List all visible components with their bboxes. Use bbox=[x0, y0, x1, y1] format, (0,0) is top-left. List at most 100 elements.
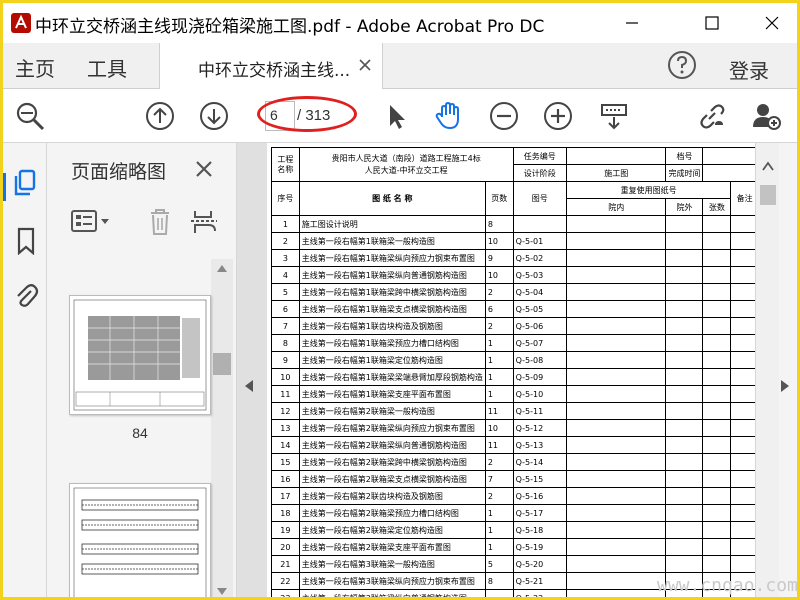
pdf-page: 工程名称 贵阳市人民大道（南段）道路工程施工4标 人民大道-中环立交工程 任务编… bbox=[267, 143, 759, 597]
help-icon[interactable] bbox=[667, 50, 697, 80]
drawing-code: Q-5-07 bbox=[512, 334, 568, 352]
document-tab[interactable]: 中环立交桥涵主线... bbox=[159, 43, 383, 89]
select-cursor-icon[interactable] bbox=[381, 101, 411, 131]
expand-right-panel-icon[interactable] bbox=[779, 379, 791, 393]
scroll-down-icon[interactable] bbox=[216, 587, 228, 597]
drawing-code: Q-5-03 bbox=[512, 266, 568, 284]
minimize-icon bbox=[626, 22, 638, 24]
scroll-up-icon[interactable] bbox=[762, 161, 774, 171]
delete-page-icon[interactable] bbox=[147, 207, 173, 237]
task-label: 任务编号 bbox=[512, 147, 568, 165]
reuse-in bbox=[565, 215, 667, 233]
reuse-in bbox=[565, 572, 667, 590]
drawing-code: Q-5-15 bbox=[512, 470, 568, 488]
menu-tools[interactable]: 工具 bbox=[87, 53, 127, 82]
col-pages-header: 页数 bbox=[484, 181, 514, 216]
sheet-count bbox=[702, 317, 732, 335]
col-reuse-in-header: 院内 bbox=[565, 198, 667, 216]
reuse-in bbox=[565, 487, 667, 505]
reuse-out bbox=[665, 317, 704, 335]
page-thumbnails-icon[interactable] bbox=[13, 169, 39, 197]
file-no-value bbox=[702, 147, 759, 165]
thumbnail-page-next[interactable] bbox=[69, 483, 211, 597]
drawing-code: Q-5-21 bbox=[512, 572, 568, 590]
page-count: 11 bbox=[484, 436, 514, 454]
page-count: 10 bbox=[484, 419, 514, 437]
reuse-out bbox=[665, 470, 704, 488]
minimize-button[interactable] bbox=[609, 3, 655, 43]
zoom-search-icon[interactable] bbox=[15, 101, 45, 131]
next-page-icon[interactable] bbox=[199, 101, 229, 131]
row-number: 3 bbox=[271, 249, 300, 267]
reuse-out bbox=[665, 266, 704, 284]
share-link-icon[interactable] bbox=[697, 101, 727, 131]
menu-home[interactable]: 主页 bbox=[15, 53, 55, 82]
page-count: 2 bbox=[484, 453, 514, 471]
scroll-mode-icon[interactable] bbox=[599, 101, 629, 131]
row-number: 4 bbox=[271, 266, 300, 284]
thumbnail-scrollbar-thumb[interactable] bbox=[213, 353, 231, 375]
project-name-line-2: 人民大道-中环立交工程 bbox=[364, 165, 448, 175]
thumbnail-toolbar bbox=[71, 205, 221, 239]
row-number: 2 bbox=[271, 232, 300, 250]
document-scrollbar[interactable] bbox=[755, 143, 779, 597]
table-row: 12 主线第一段右幅第2联箱梁一般构造图 11 Q-5-11 bbox=[271, 402, 759, 420]
previous-page-icon[interactable] bbox=[145, 101, 175, 131]
drawing-code: Q-5-18 bbox=[512, 521, 568, 539]
drawing-name: 主线第一段右幅第1联箱梁纵向预应力钢束布置图 bbox=[298, 249, 486, 267]
sheet-count bbox=[702, 521, 732, 539]
row-number: 12 bbox=[271, 402, 300, 420]
table-row: 4 主线第一段右幅第1联箱梁纵向普通钢筋构造图 10 Q-5-03 bbox=[271, 266, 759, 284]
close-panel-icon[interactable] bbox=[195, 160, 213, 178]
reuse-out bbox=[665, 300, 704, 318]
watermark-text: www.cnqao.com bbox=[657, 575, 798, 596]
drawing-code: Q-5-08 bbox=[512, 351, 568, 369]
drawing-name: 主线第一段右幅第2联箱梁定位筋构造图 bbox=[298, 521, 486, 539]
close-window-button[interactable] bbox=[749, 3, 795, 43]
reuse-out bbox=[665, 334, 704, 352]
scroll-up-icon[interactable] bbox=[216, 263, 228, 273]
drawing-code bbox=[512, 215, 568, 233]
active-rail-indicator bbox=[3, 173, 6, 201]
row-number: 10 bbox=[271, 368, 300, 386]
reuse-in bbox=[565, 453, 667, 471]
hand-tool-icon[interactable] bbox=[433, 101, 463, 131]
bookmark-icon[interactable] bbox=[13, 227, 39, 255]
reuse-out bbox=[665, 555, 704, 573]
page-count: 2 bbox=[484, 283, 514, 301]
reuse-in bbox=[565, 351, 667, 369]
row-number: 23 bbox=[271, 589, 300, 597]
drawing-name: 主线第一段右幅第3联箱梁纵向预应力钢束布置图 bbox=[298, 572, 486, 590]
row-number: 15 bbox=[271, 453, 300, 471]
sheet-count bbox=[702, 266, 732, 284]
tab-close-icon[interactable] bbox=[358, 58, 372, 72]
attachment-icon[interactable] bbox=[13, 281, 39, 309]
reuse-out bbox=[665, 436, 704, 454]
maximize-button[interactable] bbox=[689, 3, 735, 43]
page-count: 10 bbox=[484, 232, 514, 250]
reuse-out bbox=[665, 215, 704, 233]
zoom-out-icon[interactable] bbox=[489, 101, 519, 131]
login-button[interactable]: 登录 bbox=[729, 55, 769, 84]
collapse-left-panel-icon[interactable] bbox=[243, 379, 255, 393]
drawing-code: Q-5-01 bbox=[512, 232, 568, 250]
thumbnail-drawing bbox=[73, 299, 207, 411]
reuse-in bbox=[565, 232, 667, 250]
zoom-in-icon[interactable] bbox=[543, 101, 573, 131]
thumbnail-options-icon[interactable] bbox=[71, 209, 111, 235]
reuse-in bbox=[565, 249, 667, 267]
rotate-page-icon[interactable] bbox=[189, 207, 219, 237]
document-scrollbar-thumb[interactable] bbox=[760, 185, 776, 205]
thumbnail-page-84[interactable] bbox=[69, 295, 211, 415]
add-user-icon[interactable] bbox=[751, 101, 781, 131]
row-number: 9 bbox=[271, 351, 300, 369]
table-row: 6 主线第一段右幅第1联箱梁支点横梁钢筋构造图 6 Q-5-05 bbox=[271, 300, 759, 318]
drawing-code: Q-5-17 bbox=[512, 504, 568, 522]
reuse-in bbox=[565, 436, 667, 454]
drawing-code: Q-5-14 bbox=[512, 453, 568, 471]
thumbnail-scrollbar[interactable] bbox=[211, 259, 233, 597]
document-viewport: 工程名称 贵阳市人民大道（南段）道路工程施工4标 人民大道-中环立交工程 任务编… bbox=[237, 143, 777, 597]
table-row: 16 主线第一段右幅第2联箱梁支点横梁钢筋构造图 7 Q-5-15 bbox=[271, 470, 759, 488]
sheet-count bbox=[702, 368, 732, 386]
title-bar: 中环立交桥涵主线现浇砼箱梁施工图.pdf - Adobe Acrobat Pro… bbox=[3, 3, 797, 43]
